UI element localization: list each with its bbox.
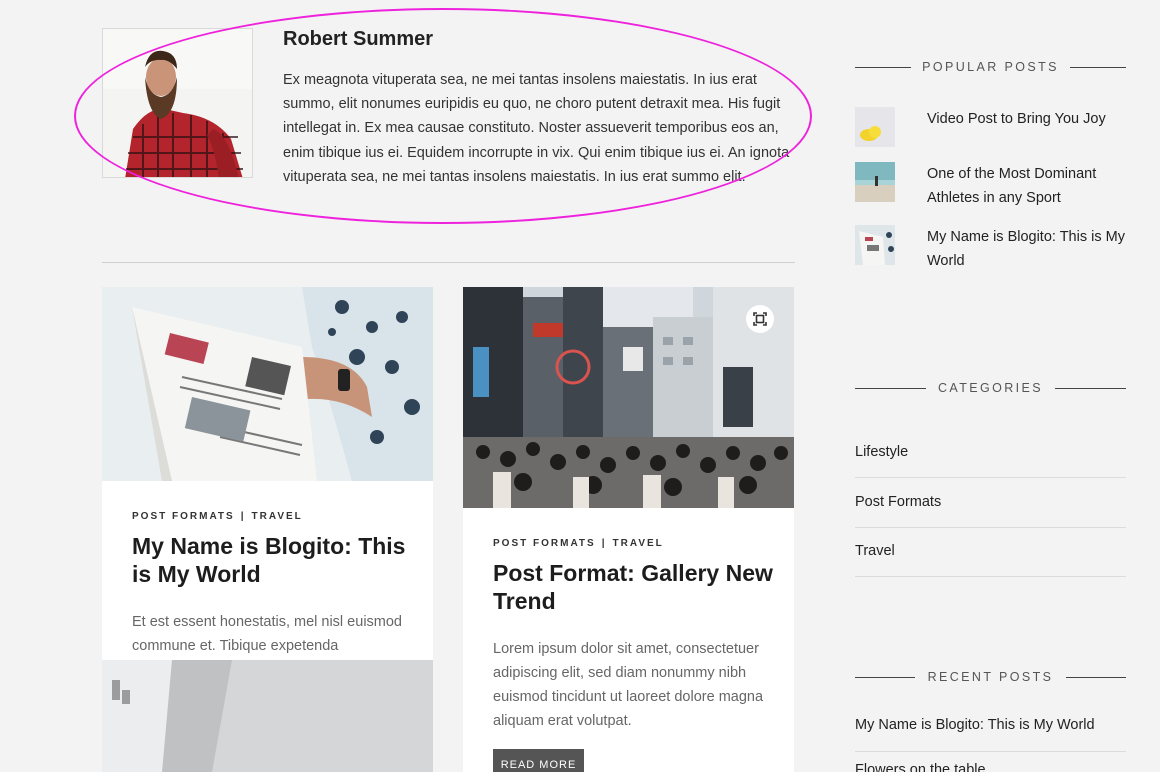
post-image[interactable] [463,287,794,508]
popular-posts-heading: POPULAR POSTS [855,57,1126,77]
recent-post-item[interactable]: Flowers on the table [855,762,1126,772]
post-excerpt: Lorem ipsum dolor sit amet, consectetuer… [493,641,764,729]
category-item[interactable]: Post Formats [855,478,1126,528]
post-image[interactable] [102,660,433,772]
category-label[interactable]: Travel [855,543,895,559]
category-link[interactable]: POST FORMATS [132,511,235,522]
post-card[interactable]: POST FORMATS | TRAVEL Post Format: Gallery… [463,287,794,772]
post-excerpt: Et est essent honestatis, mel nisl euism… [132,614,402,654]
recent-post-title[interactable]: My Name is Blogito: This is My World [855,717,1095,733]
category-label[interactable]: Post Formats [855,494,941,510]
categories-heading: CATEGORIES [855,378,1126,398]
popular-post-title[interactable]: Video Post to Bring You Joy [927,107,1127,131]
category-label[interactable]: Lifestyle [855,444,908,460]
popular-post-title[interactable]: One of the Most Dominant Athletes in any… [927,162,1127,210]
post-card[interactable]: POST FORMATS | TRAVEL My Name is Blogito: … [102,287,433,772]
section-divider [102,262,795,263]
popular-post-title[interactable]: My Name is Blogito: This is My World [927,225,1127,273]
post-categories: POST FORMATS | TRAVEL [493,538,664,549]
post-thumbnail[interactable] [855,225,895,265]
recent-post-item[interactable]: My Name is Blogito: This is My World [855,717,1126,752]
post-title[interactable]: Post Format: Gallery New Trend [493,559,773,615]
category-item[interactable]: Travel [855,527,1126,577]
post-title[interactable]: My Name is Blogito: This is My World [132,532,412,588]
popular-post-item[interactable]: My Name is Blogito: This is My World [855,225,1126,273]
category-link[interactable]: TRAVEL [252,511,303,522]
popular-post-item[interactable]: One of the Most Dominant Athletes in any… [855,162,1126,210]
category-item[interactable]: Lifestyle [855,428,1126,478]
post-thumbnail[interactable] [855,107,895,147]
recent-post-title[interactable]: Flowers on the table [855,762,986,772]
category-link[interactable]: POST FORMATS [493,538,596,549]
read-more-button[interactable]: READ MORE [493,749,584,772]
category-link[interactable]: TRAVEL [613,538,664,549]
recent-posts-heading: RECENT POSTS [855,667,1126,687]
gallery-icon[interactable] [746,305,774,333]
post-thumbnail[interactable] [855,162,895,202]
post-categories: POST FORMATS | TRAVEL [132,511,303,522]
post-image[interactable] [102,287,433,481]
popular-post-item[interactable]: Video Post to Bring You Joy [855,107,1126,155]
annotation-ellipse [74,8,812,224]
